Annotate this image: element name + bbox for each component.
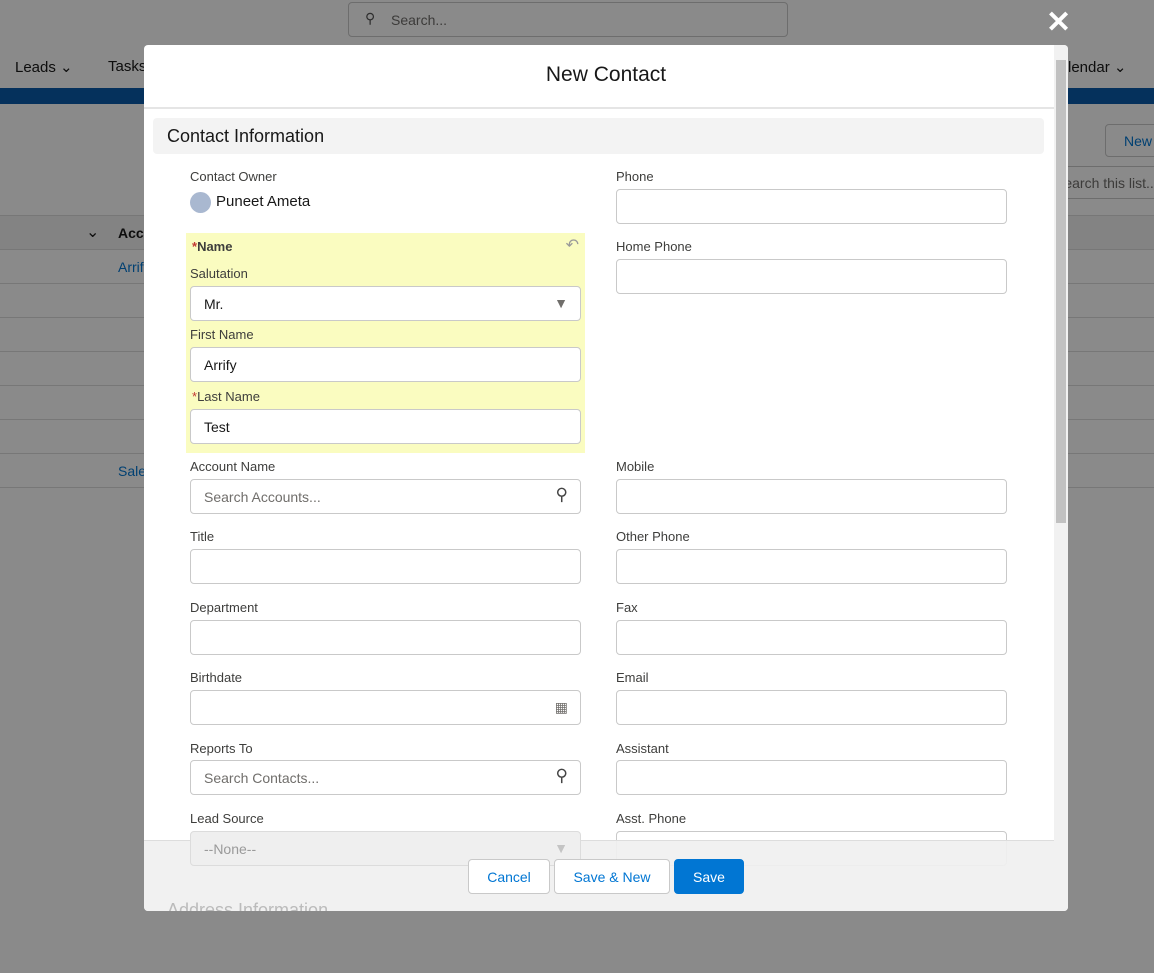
section-contact-information[interactable]: Contact Information (153, 118, 1044, 154)
other-phone-label: Other Phone (616, 529, 690, 544)
last-name-input[interactable]: Test (190, 409, 581, 444)
owner-name[interactable]: Puneet Ameta (216, 193, 310, 210)
search-icon: ⚲ (555, 485, 568, 504)
close-icon[interactable]: ✕ (1046, 5, 1071, 40)
phone-label: Phone (616, 169, 654, 184)
account-label: Account Name (190, 459, 276, 474)
new-contact-modal: New Contact Contact Information Contact … (144, 45, 1068, 911)
undo-icon[interactable]: ↶ (566, 235, 579, 255)
home-phone-label: Home Phone (616, 239, 692, 254)
cancel-button[interactable]: Cancel (468, 859, 550, 894)
fax-input[interactable] (616, 620, 1007, 655)
name-label: Name (197, 239, 233, 254)
salutation-value: Mr. (204, 296, 224, 312)
mobile-input[interactable] (616, 479, 1007, 514)
salutation-select[interactable]: Mr. ▼ (190, 286, 581, 321)
other-phone-input[interactable] (616, 549, 1007, 584)
account-search-input[interactable]: Search Accounts... ⚲ (190, 479, 581, 514)
owner-label: Contact Owner (190, 169, 277, 184)
asst-phone-label: Asst. Phone (616, 811, 687, 826)
account-placeholder: Search Accounts... (204, 489, 321, 505)
salutation-label: Salutation (190, 266, 248, 281)
assistant-label: Assistant (616, 741, 669, 756)
scrollbar-thumb[interactable] (1056, 60, 1066, 523)
phone-input[interactable] (616, 189, 1007, 224)
lead-source-value: --None-- (204, 841, 257, 857)
reports-to-search-input[interactable]: Search Contacts... ⚲ (190, 760, 581, 795)
dropdown-arrow-icon: ▼ (554, 295, 568, 311)
department-label: Department (190, 600, 258, 615)
reports-placeholder: Search Contacts... (204, 770, 320, 786)
last-name-label: Last Name (197, 389, 260, 404)
birthdate-label: Birthdate (190, 670, 243, 685)
birthdate-input[interactable]: ▦ (190, 690, 581, 725)
first-name-label: First Name (190, 327, 254, 342)
name-group: *Name ↶ Salutation Mr. ▼ First Name Arrif… (186, 233, 585, 453)
home-phone-input[interactable] (616, 259, 1007, 294)
reports-to-label: Reports To (190, 741, 253, 756)
title-input[interactable] (190, 549, 581, 584)
title-label: Title (190, 529, 215, 544)
mobile-label: Mobile (616, 459, 655, 474)
search-icon: ⚲ (555, 766, 568, 785)
first-name-input[interactable]: Arrify (190, 347, 581, 382)
lead-source-label: Lead Source (190, 811, 264, 826)
department-input[interactable] (190, 620, 581, 655)
dropdown-arrow-icon: ▼ (554, 840, 568, 856)
save-button[interactable]: Save (674, 859, 744, 894)
avatar (190, 192, 211, 213)
assistant-input[interactable] (616, 760, 1007, 795)
fax-label: Fax (616, 600, 638, 615)
email-input[interactable] (616, 690, 1007, 725)
section-address-information[interactable]: Address Information (167, 900, 328, 911)
modal-title: New Contact (144, 45, 1068, 109)
email-label: Email (616, 670, 649, 685)
calendar-icon[interactable]: ▦ (555, 699, 568, 716)
save-new-button[interactable]: Save & New (554, 859, 670, 894)
